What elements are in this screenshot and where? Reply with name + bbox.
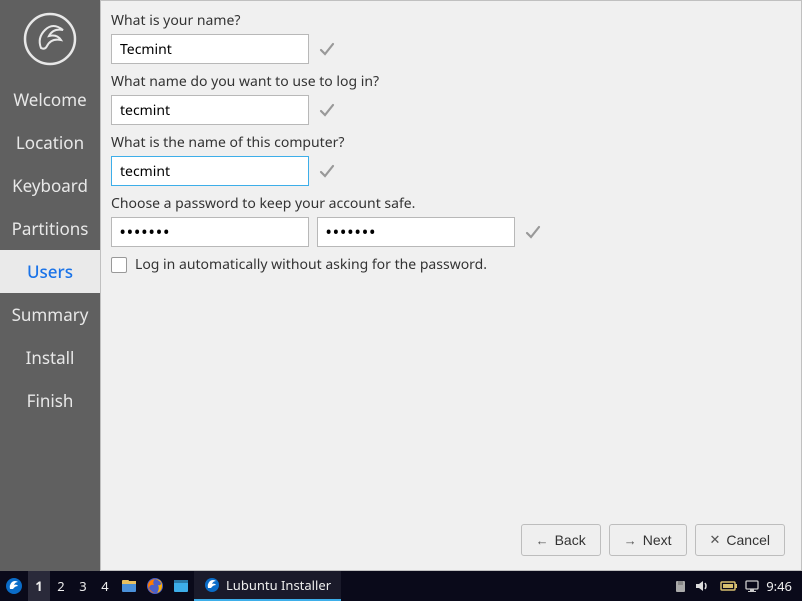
next-button[interactable]: → Next xyxy=(609,524,687,556)
autologin-checkbox[interactable] xyxy=(111,257,127,273)
taskbar: 1 2 3 4 Lubuntu Installer 9:46 xyxy=(0,571,802,601)
check-icon xyxy=(317,100,337,120)
autologin-label: Log in automatically without asking for … xyxy=(135,255,487,274)
password-confirm-input[interactable] xyxy=(317,217,515,247)
sidebar-item-welcome[interactable]: Welcome xyxy=(0,78,100,121)
task-lubuntu-installer[interactable]: Lubuntu Installer xyxy=(194,571,341,601)
sidebar-item-partitions[interactable]: Partitions xyxy=(0,207,100,250)
task-title: Lubuntu Installer xyxy=(226,576,331,594)
desktop-3[interactable]: 3 xyxy=(72,571,94,601)
show-desktop-icon[interactable] xyxy=(168,571,194,601)
sidebar-item-location[interactable]: Location xyxy=(0,121,100,164)
close-icon: ✕ xyxy=(710,532,721,548)
firefox-icon[interactable] xyxy=(142,571,168,601)
back-button[interactable]: ← Back xyxy=(521,524,601,556)
check-icon xyxy=(317,161,337,181)
hostname-label: What is the name of this computer? xyxy=(111,133,785,152)
sidebar: Welcome Location Keyboard Partitions Use… xyxy=(0,0,100,571)
start-menu-button[interactable] xyxy=(0,571,28,601)
desktop-1[interactable]: 1 xyxy=(28,571,50,601)
arrow-right-icon: → xyxy=(624,533,637,548)
main-content: What is your name? What name do you want… xyxy=(100,0,802,571)
cancel-button[interactable]: ✕ Cancel xyxy=(695,524,786,556)
login-label: What name do you want to use to log in? xyxy=(111,72,785,91)
password-input[interactable] xyxy=(111,217,309,247)
check-icon xyxy=(317,39,337,59)
name-label: What is your name? xyxy=(111,11,785,30)
sidebar-item-summary[interactable]: Summary xyxy=(0,293,100,336)
sidebar-item-finish[interactable]: Finish xyxy=(0,379,100,422)
check-icon xyxy=(523,222,543,242)
volume-icon[interactable] xyxy=(694,578,710,594)
password-label: Choose a password to keep your account s… xyxy=(111,194,785,213)
sidebar-item-install[interactable]: Install xyxy=(0,336,100,379)
sidebar-item-users[interactable]: Users xyxy=(0,250,100,293)
arrow-left-icon: ← xyxy=(536,533,549,548)
battery-icon[interactable] xyxy=(720,579,738,593)
removable-media-icon[interactable] xyxy=(673,579,688,594)
clock[interactable]: 9:46 xyxy=(766,577,792,595)
desktop-2[interactable]: 2 xyxy=(50,571,72,601)
sidebar-item-keyboard[interactable]: Keyboard xyxy=(0,164,100,207)
file-manager-icon[interactable] xyxy=(116,571,142,601)
distro-logo xyxy=(0,0,100,78)
name-input[interactable] xyxy=(111,34,309,64)
network-icon[interactable] xyxy=(744,579,760,593)
hostname-input[interactable] xyxy=(111,156,309,186)
button-bar: ← Back → Next ✕ Cancel xyxy=(111,514,785,556)
login-input[interactable] xyxy=(111,95,309,125)
desktop-4[interactable]: 4 xyxy=(94,571,116,601)
